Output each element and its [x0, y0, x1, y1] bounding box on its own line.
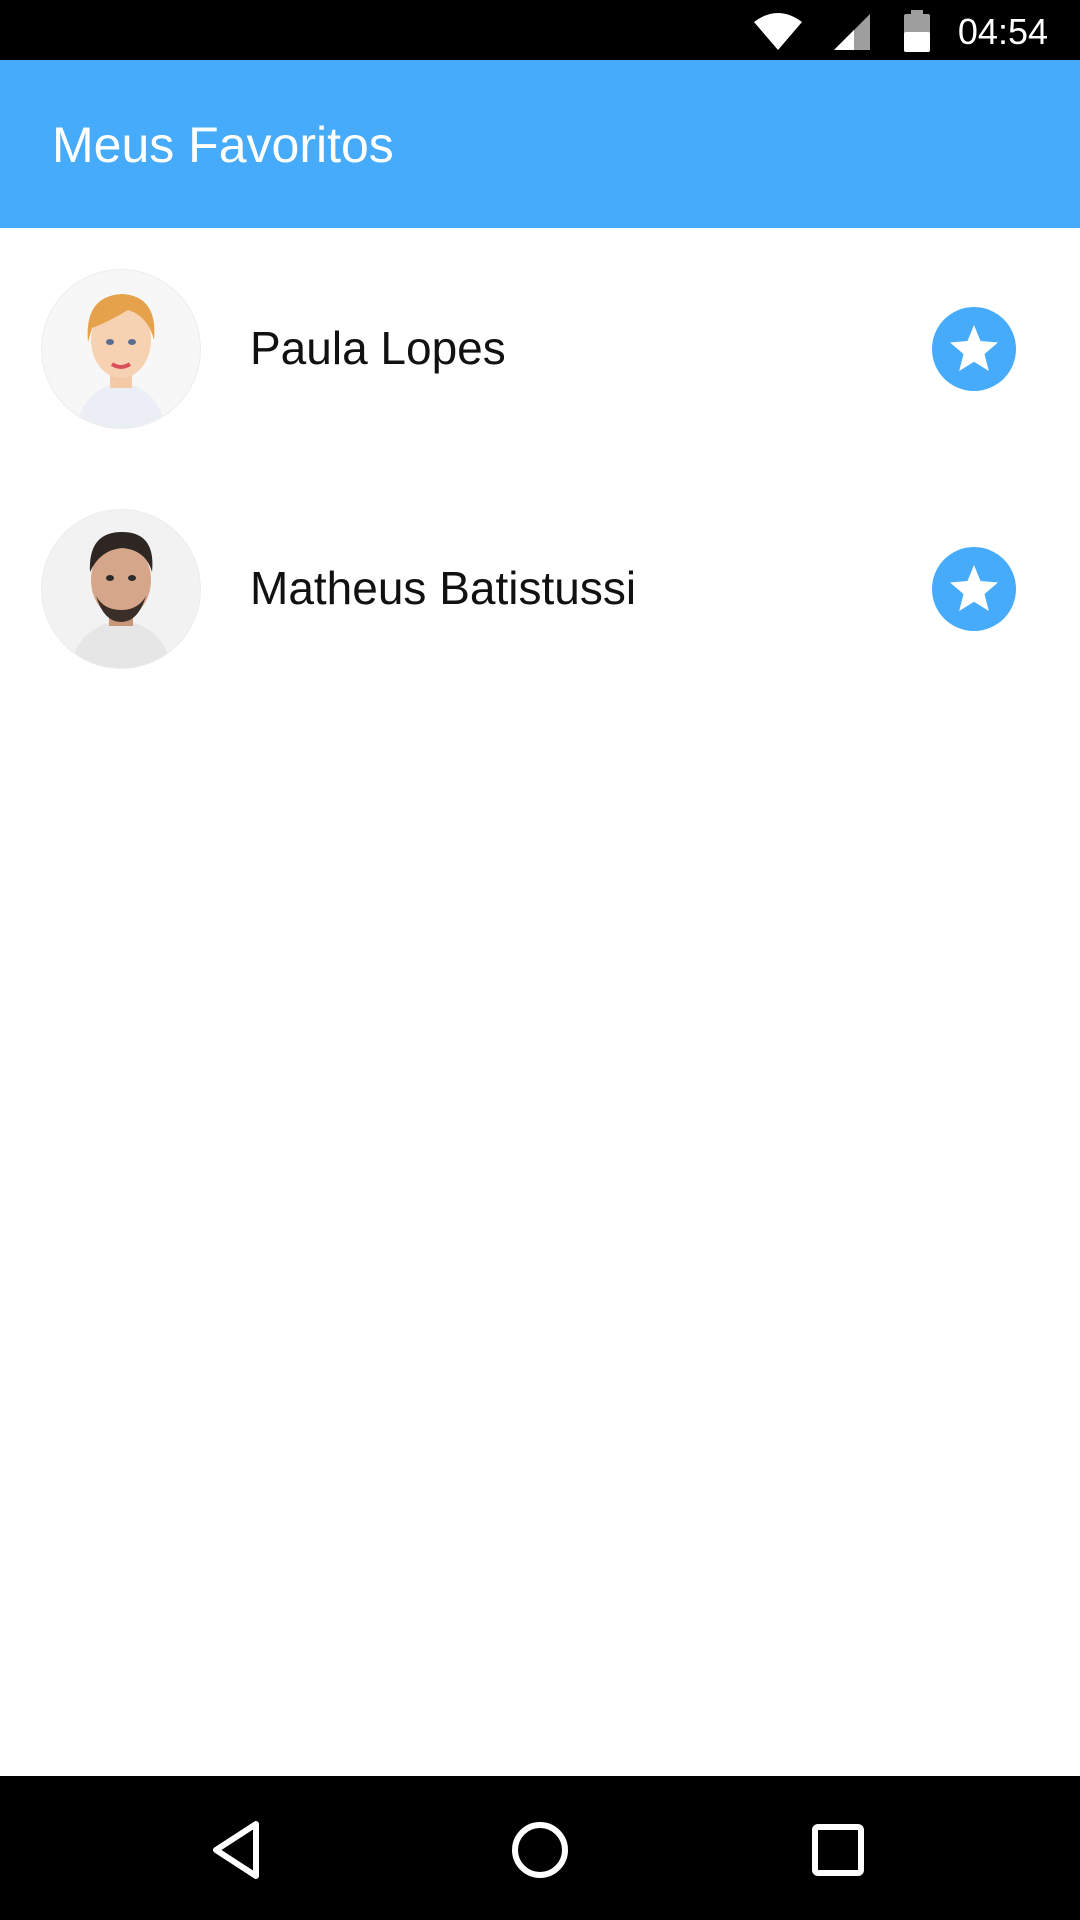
list-item[interactable]: Paula Lopes [0, 228, 1080, 468]
page-title: Meus Favoritos [52, 117, 394, 173]
avatar [42, 270, 200, 428]
avatar [42, 510, 200, 668]
cell-signal-icon [832, 12, 872, 52]
back-icon[interactable] [206, 1818, 270, 1882]
status-time: 04:54 [957, 11, 1048, 52]
status-bar: 04:54 [0, 0, 1080, 60]
recents-icon[interactable] [806, 1818, 870, 1882]
favorites-list: Paula Lopes Matheus Batistussi [0, 228, 1080, 708]
favorite-button[interactable] [932, 307, 1016, 391]
star-icon [950, 565, 998, 611]
app-bar: Meus Favoritos [0, 60, 1080, 228]
star-icon [950, 325, 998, 371]
wifi-icon [752, 12, 804, 52]
battery-icon [902, 10, 932, 52]
home-icon[interactable] [508, 1818, 572, 1882]
contact-name: Matheus Batistussi [250, 562, 637, 614]
list-item[interactable]: Matheus Batistussi [0, 468, 1080, 708]
navigation-bar [0, 1776, 1080, 1920]
favorite-button[interactable] [932, 547, 1016, 631]
contact-name: Paula Lopes [250, 322, 506, 374]
